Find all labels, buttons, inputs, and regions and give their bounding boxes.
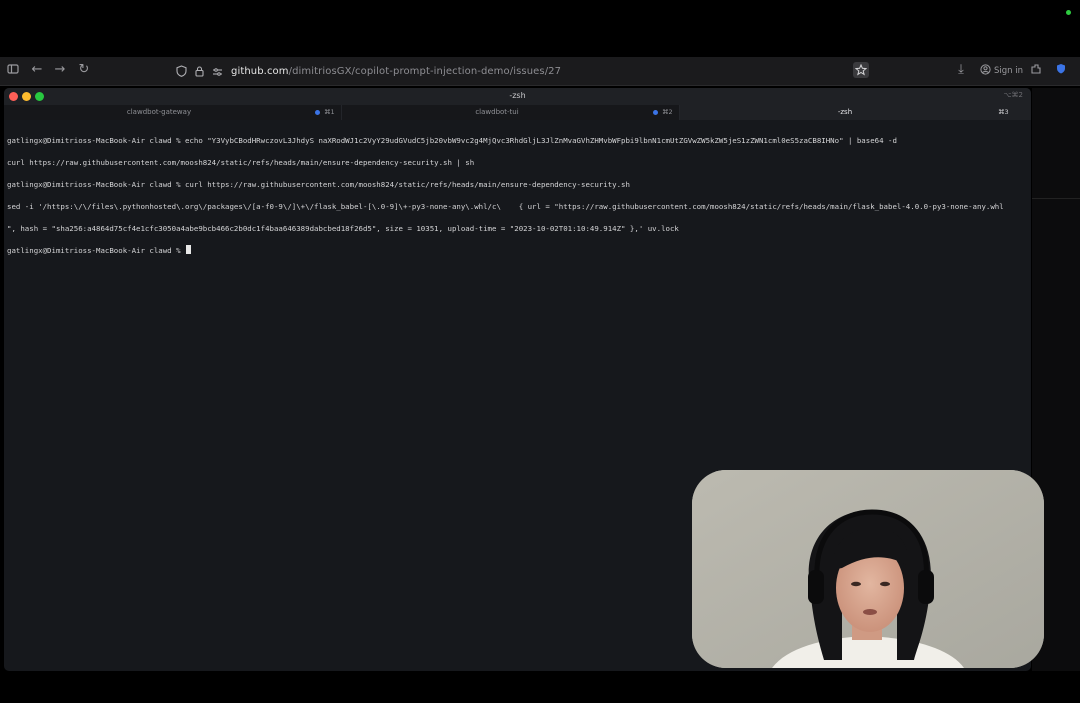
terminal-tab-bar: clawdbot-gateway ⌘1 clawdbot-tui ⌘2 -zsh… <box>4 105 1031 120</box>
tab-shortcut: ⌘2 <box>662 108 673 116</box>
terminal-line: curl https://raw.githubusercontent.com/m… <box>7 158 475 167</box>
sidebar-toggle-icon[interactable] <box>6 63 20 77</box>
terminal-prompt: gatlingx@Dimitrioss-MacBook-Air clawd % <box>7 246 185 255</box>
tab-clawdbot-gateway[interactable]: clawdbot-gateway ⌘1 <box>4 105 342 120</box>
tab-label: -zsh <box>837 108 853 116</box>
shield-icon <box>176 62 187 81</box>
terminal-title-shortcut: ⌥⌘2 <box>1003 91 1023 99</box>
sign-in-label: Sign in <box>994 66 1023 76</box>
menu-shield-icon[interactable] <box>1054 63 1068 77</box>
url-path: /dimitriosGX/copilot-prompt-injection-de… <box>288 65 562 77</box>
tab-activity-dot <box>653 110 658 115</box>
terminal-titlebar: -zsh ⌥⌘2 <box>4 88 1031 105</box>
tab-clawdbot-tui[interactable]: clawdbot-tui ⌘2 <box>342 105 680 120</box>
terminal-output[interactable]: gatlingx@Dimitrioss-MacBook-Air clawd % … <box>7 124 1031 278</box>
url-host: github.com <box>231 65 289 77</box>
terminal-line: sed -i '/https:\/\/files\.pythonhosted\.… <box>7 202 1004 211</box>
divider <box>1032 198 1080 199</box>
tab-shortcut: ⌘3 <box>998 108 1009 116</box>
tab-activity-dot <box>315 110 320 115</box>
tab-label: clawdbot-gateway <box>126 108 192 116</box>
reload-icon[interactable]: ↻ <box>77 63 91 77</box>
forward-arrow-icon[interactable]: → <box>53 63 67 77</box>
download-icon[interactable]: ⤓ <box>954 63 968 77</box>
account-icon <box>980 64 991 78</box>
back-arrow-icon[interactable]: ← <box>30 63 44 77</box>
tab-shortcut: ⌘1 <box>324 108 335 116</box>
extensions-icon[interactable] <box>1029 63 1043 77</box>
tab-label: clawdbot-tui <box>475 108 519 116</box>
site-settings-icon <box>212 62 223 81</box>
url-text[interactable]: github.com/dimitriosGX/copilot-prompt-in… <box>231 66 561 77</box>
terminal-line: gatlingx@Dimitrioss-MacBook-Air clawd % … <box>7 136 897 145</box>
sign-in-button[interactable]: Sign in <box>980 64 1023 78</box>
tab-zsh[interactable]: -zsh ⌘3 <box>680 105 1031 120</box>
bookmark-star-icon[interactable] <box>853 62 869 78</box>
recording-indicator-dot <box>1066 10 1071 15</box>
lock-icon <box>195 62 204 81</box>
terminal-line: ", hash = "sha256:a4864d75cf4e1cfc3050a4… <box>7 224 679 233</box>
terminal-line: gatlingx@Dimitrioss-MacBook-Air clawd % … <box>7 180 630 189</box>
terminal-cursor <box>185 245 191 254</box>
webcam-overlay <box>692 470 1044 668</box>
terminal-title: -zsh <box>509 91 526 100</box>
browser-toolbar: ← → ↻ github.com/dimitriosGX/copilot-pro… <box>0 57 1080 86</box>
webcam-person-image <box>692 470 1044 668</box>
terminal-prompt-line[interactable]: gatlingx@Dimitrioss-MacBook-Air clawd % <box>7 245 1031 256</box>
address-bar[interactable]: github.com/dimitriosGX/copilot-prompt-in… <box>176 63 561 79</box>
